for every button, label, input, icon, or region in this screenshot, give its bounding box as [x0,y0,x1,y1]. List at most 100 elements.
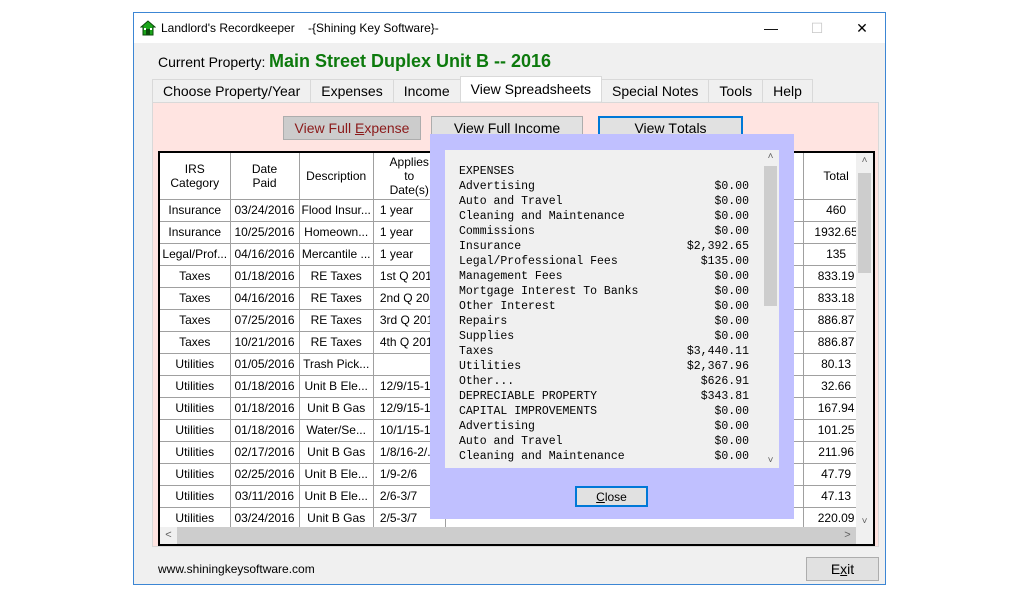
table-cell[interactable]: 02/17/2016 [229,440,300,464]
table-cell[interactable]: Utilities [160,418,231,442]
table-cell[interactable]: Legal/Prof... [160,242,231,266]
tab-expenses[interactable]: Expenses [310,79,394,102]
table-cell[interactable]: RE Taxes [298,286,374,310]
table-cell[interactable]: RE Taxes [298,308,374,332]
maximize-button[interactable]: ☐ [794,13,840,43]
table-cell[interactable]: 02/25/2016 [229,462,300,486]
totals-label: Legal/Professional Fees [459,255,618,268]
column-header[interactable]: Date Paid [229,153,300,200]
totals-amount: $0.00 [714,405,749,418]
view-full-expense-button[interactable]: View Full Expense [283,116,421,140]
table-cell[interactable]: 03/24/2016 [229,198,300,222]
table-cell[interactable]: Utilities [160,374,231,398]
table-cell[interactable]: Unit B Ele... [298,462,374,486]
table-cell[interactable]: Homeown... [298,220,374,244]
close-window-button[interactable]: ✕ [839,13,885,43]
totals-label: Utilities [459,360,522,373]
table-cell[interactable]: 10/25/2016 [229,220,300,244]
totals-amount: $0.00 [714,435,749,448]
table-cell[interactable]: 01/18/2016 [229,374,300,398]
table-cell[interactable]: Taxes [160,308,231,332]
table-cell[interactable]: Insurance [160,220,231,244]
table-cell[interactable]: 03/11/2016 [229,484,300,508]
tab-help[interactable]: Help [762,79,813,102]
totals-amount: $2,392.65 [686,240,749,253]
website-link[interactable]: www.shiningkeysoftware.com [158,562,315,576]
minimize-button[interactable]: — [748,13,794,43]
totals-textbox[interactable]: EXPENSES Advertising $0.00 Auto and Travel $… [445,150,779,468]
totals-label: Cleaning and Maintenance [459,450,625,463]
totals-line: Taxes $3,440.11 [459,344,749,359]
totals-vertical-scrollbar[interactable]: ˄ ˅ [762,150,779,468]
table-cell[interactable]: Utilities [160,352,231,376]
table-cell[interactable]: Flood Insur... [298,198,374,222]
table-cell[interactable]: Utilities [160,484,231,508]
title-bar: Landlord's Recordkeeper -{Shining Key So… [134,13,885,43]
table-cell[interactable]: Taxes [160,264,231,288]
table-cell[interactable]: Unit B Ele... [298,484,374,508]
table-cell[interactable]: 01/18/2016 [229,264,300,288]
close-dialog-button[interactable]: Close [575,486,648,507]
grid-horizontal-scrollbar[interactable]: < > [160,527,873,544]
table-cell[interactable]: Unit B Gas [298,396,374,420]
totals-label: EXPENSES [459,165,515,178]
scroll-left-icon[interactable]: < [160,527,177,544]
table-cell[interactable]: Taxes [160,286,231,310]
grid-vertical-scrollbar[interactable]: ˄ ˅ [856,153,873,529]
scroll-down-icon[interactable]: ˅ [856,516,873,527]
tab-tools[interactable]: Tools [708,79,764,102]
totals-line: CAPITAL IMPROVEMENTS $0.00 [459,404,749,419]
totals-amount: $3,440.11 [686,345,749,358]
totals-amount: $0.00 [714,300,749,313]
table-cell[interactable]: Utilities [160,440,231,464]
table-cell[interactable]: Trash Pick... [298,352,374,376]
accelerator-key: C [596,489,605,504]
table-cell[interactable]: Utilities [160,462,231,486]
totals-line: Repairs $0.00 [459,314,749,329]
table-cell[interactable]: 01/18/2016 [229,418,300,442]
table-cell[interactable]: 01/05/2016 [229,352,300,376]
table-cell[interactable]: Utilities [160,506,231,530]
tab-view-spreadsheets[interactable]: View Spreadsheets [459,76,603,101]
totals-label: Mortgage Interest To Banks [459,285,639,298]
scroll-right-icon[interactable]: > [839,527,856,544]
table-cell[interactable]: Insurance [160,198,231,222]
scroll-thumb[interactable] [764,166,777,306]
table-cell[interactable]: Utilities [160,396,231,420]
totals-label: Other... [459,375,515,388]
scroll-up-icon[interactable]: ˄ [856,155,873,166]
table-cell[interactable]: 04/16/2016 [229,286,300,310]
totals-line: Other... $626.91 [459,374,749,389]
totals-amount: $0.00 [714,210,749,223]
totals-line: Other Interest $0.00 [459,299,749,314]
table-cell[interactable]: Unit B Ele... [298,374,374,398]
totals-line: Commissions $0.00 [459,224,749,239]
tab-choose-property-year[interactable]: Choose Property/Year [152,79,312,102]
totals-label: Repairs [459,315,508,328]
table-cell[interactable]: 10/21/2016 [229,330,300,354]
table-cell[interactable]: Mercantile ... [298,242,374,266]
totals-line: Cleaning and Maintenance $0.00 [459,449,749,464]
tab-income[interactable]: Income [392,79,461,102]
table-cell[interactable]: Water/Se... [298,418,374,442]
table-cell[interactable]: RE Taxes [298,330,374,354]
table-cell[interactable]: Unit B Gas [298,440,374,464]
scroll-down-icon[interactable]: ˅ [762,455,779,466]
totals-line: Advertising $0.00 [459,419,749,434]
column-header[interactable]: Description [298,153,374,200]
column-header[interactable]: IRS Category [160,153,231,200]
table-cell[interactable]: 04/16/2016 [229,242,300,266]
totals-amount: $0.00 [714,270,749,283]
close-icon: ✕ [856,19,868,36]
scroll-up-icon[interactable]: ˄ [762,151,779,162]
table-cell[interactable]: 03/24/2016 [229,506,300,530]
scroll-thumb[interactable] [858,173,871,273]
exit-button[interactable]: Ex it [806,557,879,581]
table-cell[interactable]: RE Taxes [298,264,374,288]
table-cell[interactable]: 01/18/2016 [229,396,300,420]
table-cell[interactable]: 07/25/2016 [229,308,300,332]
tab-special-notes[interactable]: Special Notes [601,79,710,102]
totals-amount: $0.00 [714,330,749,343]
table-cell[interactable]: Unit B Gas [298,506,374,530]
table-cell[interactable]: Taxes [160,330,231,354]
